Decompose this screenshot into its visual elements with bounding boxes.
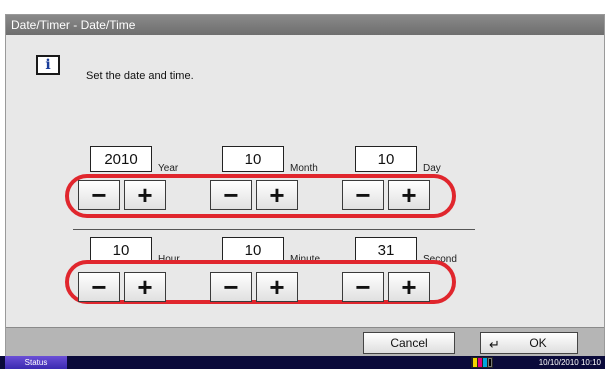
section-divider (73, 229, 475, 230)
month-plus-button[interactable]: + (256, 180, 298, 210)
year-plus-button[interactable]: + (124, 180, 166, 210)
day-unit-label: Day (423, 163, 441, 174)
info-icon: i (36, 55, 60, 75)
status-bar: Status 10/10/2010 10:10 (0, 356, 605, 369)
year-field[interactable]: 2010 (90, 146, 152, 172)
status-button[interactable]: Status (5, 356, 67, 369)
action-bar: Cancel ↵ OK (6, 327, 604, 357)
day-plus-button[interactable]: + (388, 180, 430, 210)
month-minus-button[interactable]: − (210, 180, 252, 210)
day-minus-button[interactable]: − (342, 180, 384, 210)
minute-plus-button[interactable]: + (256, 272, 298, 302)
ok-label: OK (529, 336, 547, 350)
status-datetime: 10/10/2010 10:10 (538, 358, 601, 367)
hour-minus-button[interactable]: − (78, 272, 120, 302)
cancel-label: Cancel (390, 336, 428, 350)
date-time-screen: Date/Timer - Date/Time i Set the date an… (5, 14, 605, 357)
month-field[interactable]: 10 (222, 146, 284, 172)
ok-button[interactable]: ↵ OK (480, 332, 578, 354)
minute-minus-button[interactable]: − (210, 272, 252, 302)
second-minus-button[interactable]: − (342, 272, 384, 302)
instruction-text: Set the date and time. (86, 70, 194, 82)
cancel-button[interactable]: Cancel (363, 332, 455, 354)
window-title: Date/Timer - Date/Time (6, 15, 604, 35)
hour-plus-button[interactable]: + (124, 272, 166, 302)
toner-level-icon (471, 357, 493, 368)
year-unit-label: Year (158, 163, 179, 174)
day-field[interactable]: 10 (355, 146, 417, 172)
enter-icon: ↵ (489, 337, 500, 352)
month-unit-label: Month (290, 163, 318, 174)
second-plus-button[interactable]: + (388, 272, 430, 302)
year-minus-button[interactable]: − (78, 180, 120, 210)
